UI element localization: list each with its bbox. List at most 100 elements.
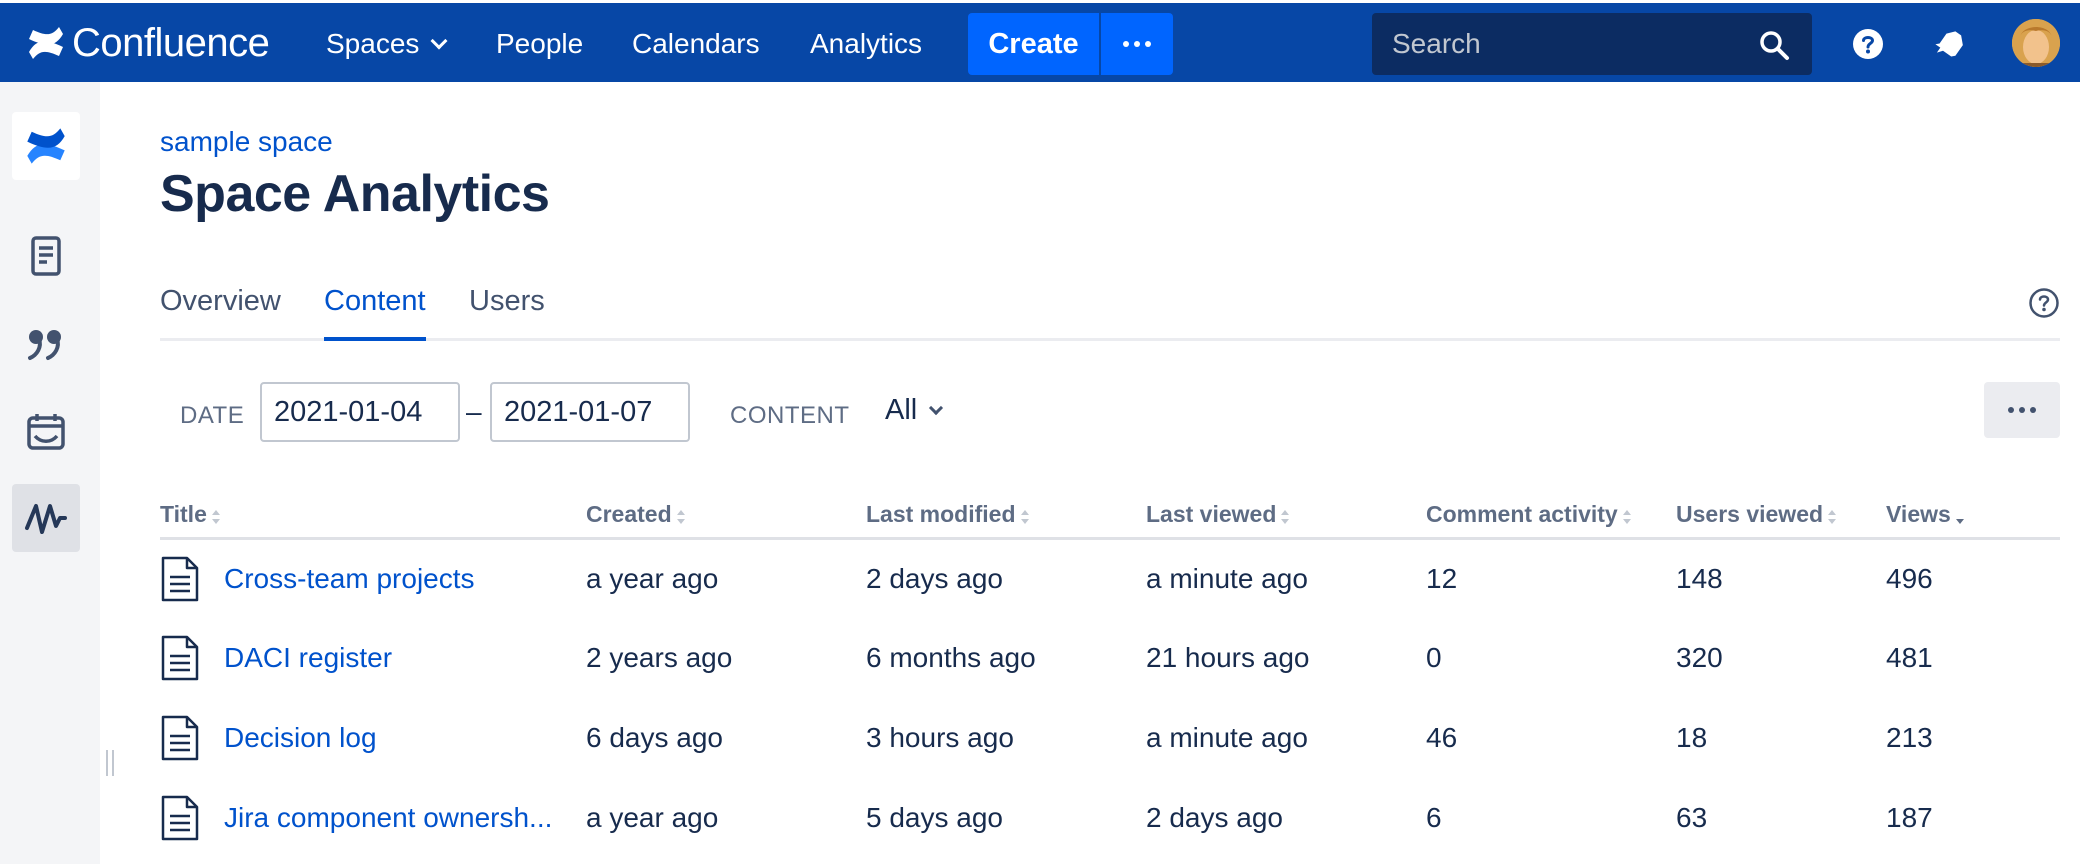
more-dot-icon (2030, 407, 2036, 413)
content-type-select[interactable]: All (885, 394, 944, 427)
search-box[interactable] (1372, 13, 1812, 75)
create-more-button[interactable] (1101, 13, 1173, 75)
nav-analytics[interactable]: Analytics (810, 21, 922, 67)
more-dot-icon (2019, 407, 2025, 413)
column-header-comment-activity[interactable]: Comment activity (1426, 492, 1676, 540)
column-header-label: Views (1886, 500, 1951, 527)
date-to-input[interactable] (490, 382, 690, 442)
analytics-icon (25, 504, 67, 534)
column-header-last-viewed[interactable]: Last viewed (1146, 492, 1426, 540)
sidebar-resize-handle[interactable] (106, 750, 114, 776)
cell-created: 6 days ago (586, 722, 723, 753)
page-title-link[interactable]: Cross-team projects (224, 563, 475, 595)
chevron-down-icon (929, 400, 944, 416)
content-select-value: All (885, 394, 918, 426)
title-cell: Cross-team projects (160, 538, 586, 618)
cell-viewed: 2 days ago (1146, 802, 1283, 833)
table-row: Cross-team projects a year ago 2 days ago a… (160, 538, 2060, 618)
table-header-row: Title Created Last modified Last viewed … (160, 492, 2060, 540)
help-icon[interactable] (2028, 287, 2060, 319)
cell-viewed: a minute ago (1146, 722, 1308, 753)
page-title-link[interactable]: Jira component ownersh... (224, 802, 552, 834)
sort-icon (1281, 509, 1290, 524)
cell-comments: 0 (1426, 642, 1442, 673)
create-button[interactable]: Create (968, 13, 1099, 75)
filter-bar: DATE – CONTENT All (160, 382, 2060, 442)
table-body: Cross-team projects a year ago 2 days ago a… (160, 538, 2060, 858)
nav-people[interactable]: People (496, 21, 583, 67)
sidebar-item-blog[interactable] (12, 310, 80, 378)
table-row: DACI register 2 years ago 6 months ago 21 h… (160, 618, 2060, 698)
date-label: DATE (180, 402, 245, 429)
logo-text: Confluence (72, 20, 270, 65)
title-cell: Jira component ownersh... (160, 778, 586, 858)
column-header-label: Last modified (866, 500, 1016, 527)
avatar[interactable] (2012, 19, 2060, 67)
tab-content[interactable]: Content (324, 285, 426, 341)
sidebar-item-calendar[interactable] (12, 398, 80, 466)
cell-created: a year ago (586, 562, 719, 594)
confluence-logo[interactable]: Confluence (26, 17, 270, 69)
content-label: CONTENT (730, 402, 850, 429)
page-title-link[interactable]: DACI register (224, 642, 392, 674)
tab-bar: Overview Content Users (160, 285, 2060, 341)
sort-icon (676, 509, 685, 524)
sidebar-item-pages[interactable] (12, 222, 80, 290)
search-icon[interactable] (1758, 29, 1790, 61)
cell-modified: 5 days ago (866, 802, 1003, 833)
chevron-down-icon (430, 32, 448, 50)
page-title-link[interactable]: Decision log (224, 722, 377, 754)
page-icon (161, 635, 199, 681)
column-header-created[interactable]: Created (586, 492, 866, 540)
notification-icon[interactable] (1932, 27, 1966, 61)
tab-overview[interactable]: Overview (160, 285, 281, 341)
nav-spaces-label: Spaces (326, 28, 420, 59)
title-cell-content: DACI register (160, 634, 586, 682)
more-dot-icon (1134, 41, 1140, 47)
more-dot-icon (2008, 407, 2014, 413)
column-header-label: Last viewed (1146, 500, 1277, 527)
more-dot-icon (1123, 41, 1129, 47)
cell-comments: 6 (1426, 802, 1442, 833)
tab-users[interactable]: Users (469, 285, 545, 341)
column-header-last-modified[interactable]: Last modified (866, 492, 1146, 540)
page-icon (161, 715, 199, 761)
breadcrumb[interactable]: sample space (160, 126, 333, 158)
nav-spaces[interactable]: Spaces (326, 21, 448, 67)
column-header-users-viewed[interactable]: Users viewed (1676, 492, 1886, 540)
title-cell-content: Jira component ownersh... (160, 794, 586, 842)
confluence-logo-icon (29, 27, 63, 59)
more-dot-icon (1145, 41, 1151, 47)
page-icon (161, 795, 199, 841)
cell-modified: 2 days ago (866, 562, 1003, 594)
sidebar-item-analytics[interactable] (12, 484, 80, 552)
column-header-title[interactable]: Title (160, 492, 586, 540)
cell-viewed: 21 hours ago (1146, 642, 1310, 673)
date-from-input[interactable] (260, 382, 460, 442)
search-input[interactable] (1372, 13, 1752, 75)
cell-modified: 3 hours ago (866, 722, 1014, 753)
left-sidebar (0, 82, 114, 864)
column-header-label: Comment activity (1426, 500, 1618, 527)
table-row: Jira component ownersh... a year ago 5 day… (160, 778, 2060, 858)
help-icon[interactable] (1852, 28, 1884, 60)
cell-viewed: a minute ago (1146, 562, 1308, 594)
column-header-views[interactable]: Views (1886, 492, 2060, 540)
cell-comments: 12 (1426, 562, 1458, 594)
cell-users: 320 (1676, 642, 1723, 673)
cell-views: 496 (1886, 562, 1933, 594)
column-header-label: Created (586, 500, 672, 527)
user-avatar-icon (2012, 19, 2060, 67)
confluence-logo-icon (27, 128, 65, 164)
title-cell: DACI register (160, 618, 586, 698)
nav-calendars[interactable]: Calendars (632, 21, 760, 67)
cell-views: 187 (1886, 802, 1933, 833)
space-logo-button[interactable] (12, 112, 80, 180)
cell-users: 18 (1676, 722, 1708, 753)
sort-icon (1020, 509, 1029, 524)
content-table: Title Created Last modified Last viewed … (160, 492, 2060, 858)
calendar-icon (27, 414, 65, 450)
cell-users: 148 (1676, 562, 1723, 594)
more-actions-button[interactable] (1984, 382, 2060, 438)
table-row: Decision log 6 days ago 3 hours ago a minut… (160, 698, 2060, 778)
